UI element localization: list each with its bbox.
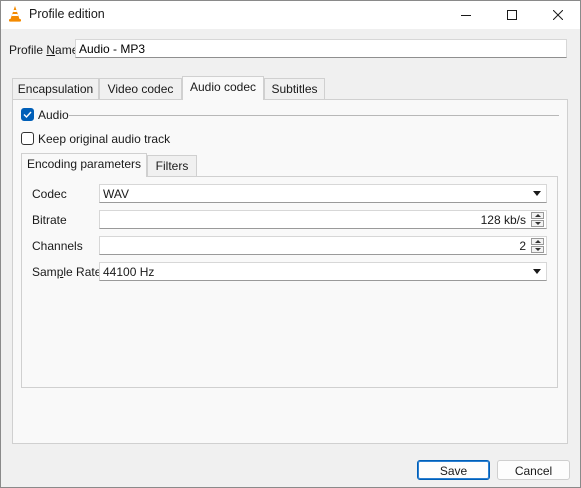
decrement-arrow-icon[interactable] xyxy=(531,246,544,253)
codec-value: WAV xyxy=(103,187,129,201)
minimize-button[interactable] xyxy=(443,1,489,29)
title-bar[interactable]: Profile edition xyxy=(1,1,580,29)
channels-stepper[interactable] xyxy=(531,238,545,253)
close-icon xyxy=(553,10,563,20)
sample-rate-label: Sample Rate xyxy=(32,265,102,279)
cancel-button[interactable]: Cancel xyxy=(497,460,570,480)
tab-subtitles[interactable]: Subtitles xyxy=(264,78,325,99)
tab-encoding-parameters[interactable]: Encoding parameters xyxy=(21,153,147,177)
chevron-down-icon xyxy=(533,191,541,196)
keep-original-audio-label: Keep original audio track xyxy=(38,132,171,146)
chevron-down-icon xyxy=(533,269,541,274)
increment-arrow-icon[interactable] xyxy=(531,212,544,219)
bitrate-spinbox[interactable]: 128 kb/s xyxy=(99,210,547,229)
decrement-arrow-icon[interactable] xyxy=(531,220,544,227)
profile-edition-window: Profile edition Profile Name Encapsulati… xyxy=(0,0,581,488)
tab-encapsulation-label: Encapsulation xyxy=(17,82,94,96)
profile-name-label: Profile Name xyxy=(9,43,79,57)
sample-rate-dropdown[interactable]: 44100 Hz xyxy=(99,262,547,281)
bitrate-value: 128 kb/s xyxy=(480,213,526,227)
keep-original-audio-checkbox[interactable] xyxy=(21,132,34,145)
close-button[interactable] xyxy=(535,1,581,29)
window-title: Profile edition xyxy=(29,7,105,21)
save-button[interactable]: Save xyxy=(417,460,490,480)
tab-audio-codec-label: Audio codec xyxy=(189,80,257,94)
vlc-cone-icon xyxy=(9,6,21,22)
minimize-icon xyxy=(461,15,471,16)
profile-name-input[interactable] xyxy=(75,39,567,58)
audio-group-divider xyxy=(69,115,559,116)
bitrate-label: Bitrate xyxy=(32,213,67,227)
codec-dropdown[interactable]: WAV xyxy=(99,184,547,203)
channels-value: 2 xyxy=(519,239,526,253)
increment-arrow-icon[interactable] xyxy=(531,238,544,245)
checkmark-icon xyxy=(23,111,32,119)
bitrate-stepper[interactable] xyxy=(531,212,545,227)
channels-label: Channels xyxy=(32,239,83,253)
encoding-parameters-panel: Codec WAV Bitrate 128 kb/s Channels 2 Sa… xyxy=(21,176,558,388)
tab-subtitles-label: Subtitles xyxy=(271,82,318,96)
tab-audio-codec[interactable]: Audio codec xyxy=(182,76,264,100)
tab-encapsulation[interactable]: Encapsulation xyxy=(12,78,99,99)
maximize-button[interactable] xyxy=(489,1,535,29)
tab-video-codec-label: Video codec xyxy=(107,82,174,96)
tab-filters-label: Filters xyxy=(155,159,189,173)
audio-checkbox[interactable] xyxy=(21,108,34,121)
audio-checkbox-label: Audio xyxy=(38,108,69,122)
codec-label: Codec xyxy=(32,187,67,201)
audio-codec-panel: Audio Keep original audio track Encoding… xyxy=(12,99,568,444)
tab-video-codec[interactable]: Video codec xyxy=(99,78,182,99)
tab-encoding-parameters-label: Encoding parameters xyxy=(26,157,142,171)
sample-rate-value: 44100 Hz xyxy=(103,265,155,279)
maximize-icon xyxy=(507,10,517,20)
channels-spinbox[interactable]: 2 xyxy=(99,236,547,255)
tab-filters[interactable]: Filters xyxy=(147,155,197,176)
dialog-body: Profile Name Encapsulation Video codec A… xyxy=(1,29,580,487)
